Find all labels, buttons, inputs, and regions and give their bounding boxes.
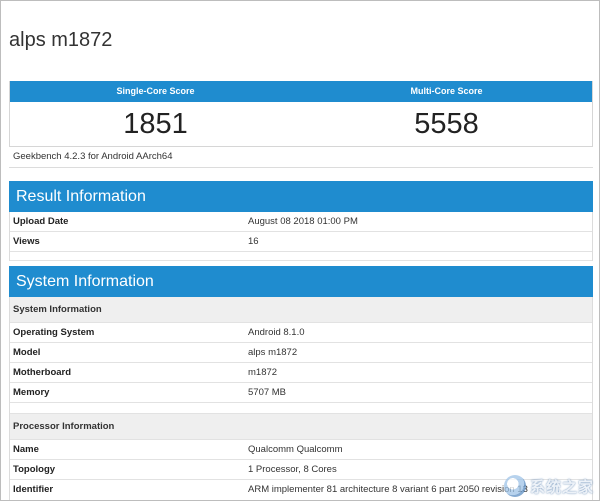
row-value: August 08 2018 01:00 PM — [248, 216, 358, 227]
table-row: Memory 5707 MB — [10, 383, 592, 403]
multi-core-score: 5558 — [414, 108, 479, 140]
system-subheader: System Information — [10, 297, 592, 323]
processor-subheader: Processor Information — [10, 414, 592, 440]
single-core-score: 1851 — [123, 108, 188, 140]
multi-core-label: Multi-Core Score — [410, 86, 483, 96]
row-key: Motherboard — [13, 367, 72, 378]
divider — [9, 167, 593, 168]
row-key: Memory — [13, 387, 50, 398]
row-value: m1872 — [248, 367, 278, 378]
row-key: Topology — [13, 464, 56, 475]
table-row: Model alps m1872 — [10, 343, 592, 363]
table-row: Motherboard m1872 — [10, 363, 592, 383]
table-row: Upload Date August 08 2018 01:00 PM — [10, 212, 592, 232]
watermark: 系统之家 — [503, 475, 594, 497]
row-key: Views — [13, 236, 40, 247]
row-key: Upload Date — [13, 216, 69, 227]
row-key: Model — [13, 347, 41, 358]
row-value: 16 — [248, 236, 259, 247]
row-key: Name — [13, 444, 39, 455]
result-information-header: Result Information — [9, 181, 593, 212]
score-values: 1851 5558 — [10, 102, 592, 147]
row-value: 5707 MB — [248, 387, 287, 398]
score-panel: Single-Core Score Multi-Core Score 1851 … — [9, 81, 593, 147]
row-key: Identifier — [13, 484, 54, 495]
table-row: Views 16 — [10, 232, 592, 252]
system-home-logo-icon — [503, 475, 526, 497]
table-spacer — [10, 403, 592, 414]
result-information-table: Upload Date August 08 2018 01:00 PM View… — [9, 212, 593, 261]
watermark-text: 系统之家 — [529, 478, 594, 496]
table-row: Name Qualcomm Qualcomm — [10, 440, 592, 460]
table-spacer — [10, 252, 592, 261]
page-title: alps m1872 — [9, 29, 113, 51]
system-information-header: System Information — [9, 266, 593, 297]
row-value: Android 8.1.0 — [248, 327, 305, 338]
table-row: Operating System Android 8.1.0 — [10, 323, 592, 343]
geekbench-version: Geekbench 4.2.3 for Android AArch64 — [13, 151, 173, 162]
row-value: alps m1872 — [248, 347, 298, 358]
row-value: Qualcomm Qualcomm — [248, 444, 343, 455]
row-key: Operating System — [13, 327, 95, 338]
system-information-table: System Information Operating System Andr… — [9, 297, 593, 500]
single-core-label: Single-Core Score — [116, 86, 195, 96]
score-header: Single-Core Score Multi-Core Score — [10, 81, 592, 102]
